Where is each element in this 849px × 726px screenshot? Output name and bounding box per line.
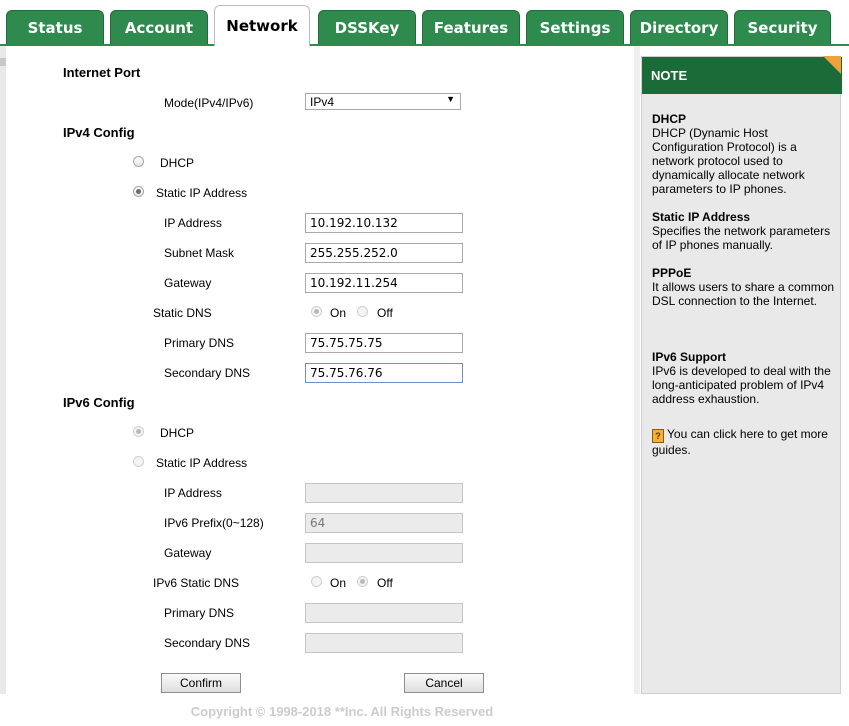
ipv4-dhcp-label: DHCP: [160, 156, 195, 170]
ipv4-primary-dns-input[interactable]: 75.75.75.75: [305, 333, 463, 353]
note-header: NOTE: [642, 57, 842, 94]
note-panel: NOTE DHCP DHCP (Dynamic Host Configurati…: [641, 56, 842, 694]
tab-features[interactable]: Features: [422, 10, 520, 44]
ipv6-static-label: Static IP Address: [156, 456, 248, 470]
ipv6-prefix-label: IPv6 Prefix(0~128): [164, 516, 264, 530]
ipv4-gateway-input[interactable]: 10.192.11.254: [305, 273, 463, 293]
ipv4-ip-input[interactable]: 10.192.10.132: [305, 213, 463, 233]
tab-dsskey[interactable]: DSSKey: [318, 10, 416, 44]
ipv4-ip-label: IP Address: [164, 216, 222, 230]
note-ipv6-title: IPv6 Support: [652, 350, 727, 364]
ipv4-dhcp-radio[interactable]: [133, 156, 144, 167]
note-ipv6-text: IPv6 is developed to deal with the long-…: [652, 364, 831, 406]
ipv6-secondary-dns-label: Secondary DNS: [164, 636, 251, 650]
ipv6-gateway-input[interactable]: [305, 543, 463, 563]
ipv4-mask-label: Subnet Mask: [164, 246, 235, 260]
mode-select-value: IPv4: [310, 95, 335, 109]
section-ipv4-config: IPv4 Config: [63, 125, 135, 140]
tab-security[interactable]: Security: [734, 10, 831, 44]
tab-bar: Status Account Network DSSKey Features S…: [0, 0, 849, 46]
network-form: Internet Port Mode(IPv4/IPv6) IPv4 ▼ IPv…: [6, 46, 634, 694]
ipv4-dns-on-radio[interactable]: [311, 306, 322, 317]
ipv6-prefix-input[interactable]: 64: [305, 513, 463, 533]
ipv6-dns-off-radio[interactable]: [357, 576, 368, 587]
ipv6-dhcp-label: DHCP: [160, 426, 195, 440]
ipv4-dns-off-label: Off: [377, 306, 393, 320]
mode-select[interactable]: IPv4 ▼: [305, 93, 461, 110]
note-dhcp-text: DHCP (Dynamic Host Configuration Protoco…: [652, 126, 805, 196]
ipv6-static-dns-label: IPv6 Static DNS: [153, 576, 240, 590]
ipv4-static-radio[interactable]: [133, 186, 144, 197]
ipv6-secondary-dns-input[interactable]: [305, 633, 463, 653]
tab-account[interactable]: Account: [110, 10, 208, 44]
ipv4-dns-off-radio[interactable]: [357, 306, 368, 317]
ipv6-dns-on-label: On: [330, 576, 347, 590]
content-gutter: [634, 46, 640, 694]
ipv6-dns-off-label: Off: [377, 576, 393, 590]
ipv6-dhcp-radio[interactable]: [133, 426, 144, 437]
ipv4-static-label: Static IP Address: [156, 186, 248, 200]
confirm-button[interactable]: Confirm: [161, 673, 241, 693]
ipv6-static-radio[interactable]: [133, 456, 144, 467]
note-dhcp-title: DHCP: [652, 112, 687, 126]
note-pppoe-title: PPPoE: [652, 266, 692, 280]
ipv4-secondary-dns-input[interactable]: 75.75.76.76: [305, 363, 463, 383]
section-internet-port: Internet Port: [63, 65, 141, 80]
note-corner-fold: [823, 56, 841, 74]
tab-status[interactable]: Status: [6, 10, 104, 44]
ipv4-mask-input[interactable]: 255.255.252.0: [305, 243, 463, 263]
tab-settings[interactable]: Settings: [526, 10, 624, 44]
ipv4-primary-dns-label: Primary DNS: [164, 336, 235, 350]
help-book-icon: ?: [652, 429, 664, 443]
note-pppoe-text: It allows users to share a common DSL co…: [652, 280, 835, 308]
ipv4-static-dns-label: Static DNS: [153, 306, 212, 320]
tab-directory[interactable]: Directory: [630, 10, 728, 44]
copyright-footer: Copyright © 1998-2018 **Inc. All Rights …: [190, 704, 494, 719]
note-guide-text: You can click here to get more guides.: [652, 427, 828, 457]
ipv4-gateway-label: Gateway: [164, 276, 212, 290]
ipv4-secondary-dns-label: Secondary DNS: [164, 366, 251, 380]
tab-network[interactable]: Network: [214, 5, 310, 46]
ipv6-primary-dns-label: Primary DNS: [164, 606, 235, 620]
section-ipv6-config: IPv6 Config: [63, 395, 135, 410]
ipv6-ip-label: IP Address: [164, 486, 222, 500]
cancel-button[interactable]: Cancel: [404, 673, 484, 693]
note-static-text: Specifies the network parameters of IP p…: [652, 224, 831, 252]
ipv6-primary-dns-input[interactable]: [305, 603, 463, 623]
ipv6-gateway-label: Gateway: [164, 546, 212, 560]
note-guide-link[interactable]: ? You can click here to get more guides.: [652, 427, 836, 457]
dropdown-arrow-icon: ▼: [446, 94, 455, 104]
ipv4-dns-on-label: On: [330, 306, 347, 320]
note-static-title: Static IP Address: [652, 210, 751, 224]
ipv6-dns-on-radio[interactable]: [311, 576, 322, 587]
note-title: NOTE: [651, 68, 688, 83]
mode-label: Mode(IPv4/IPv6): [164, 96, 254, 110]
ipv6-ip-input[interactable]: [305, 483, 463, 503]
